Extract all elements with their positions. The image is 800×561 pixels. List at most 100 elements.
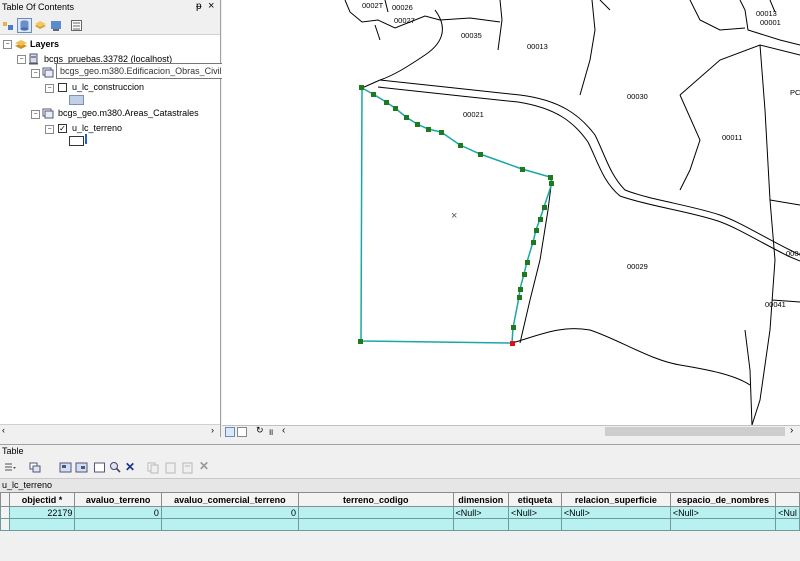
collapse-group1-toggle[interactable]: −: [31, 69, 40, 78]
attribute-table: objectid * avaluo_terreno avaluo_comerci…: [0, 492, 800, 531]
table-options-icon[interactable]: [2, 460, 17, 475]
layer1-label[interactable]: u_lc_construccion: [72, 82, 144, 92]
toc-horizontal-scrollbar[interactable]: ‹ ›: [0, 424, 220, 437]
column-header[interactable]: espacio_de_nombres: [669, 492, 777, 507]
layer2-symbol-swatch[interactable]: [69, 136, 84, 146]
column-header[interactable]: etiqueta: [508, 492, 562, 507]
column-header[interactable]: avaluo_terreno: [74, 492, 162, 507]
scroll-right-arrow-icon[interactable]: ›: [211, 425, 214, 435]
list-by-drawing-order-icon[interactable]: [1, 18, 16, 33]
field-calculator-icon: [180, 460, 195, 475]
switch-selection-icon[interactable]: [74, 460, 89, 475]
layer2-visibility-checkbox[interactable]: ✓: [58, 124, 67, 133]
column-header[interactable]: avaluo_comercial_terreno: [160, 492, 300, 507]
cell-empty[interactable]: [298, 518, 454, 531]
layer1-visibility-checkbox[interactable]: [58, 83, 67, 92]
last-vertex[interactable]: [510, 341, 515, 346]
cell-empty[interactable]: [775, 518, 800, 531]
group-layer-icon: [42, 67, 54, 78]
parcel-label: 00026: [392, 3, 413, 12]
parcel-label: 00011: [722, 133, 742, 142]
map-canvas[interactable]: 0002T 00026 00027 00035 00013 00013 0000…: [222, 0, 800, 425]
collapse-layer1-toggle[interactable]: −: [45, 84, 54, 93]
scroll-right-arrow-icon[interactable]: ›: [790, 425, 793, 436]
cell-empty[interactable]: [560, 518, 671, 531]
delete-icon-disabled: ✕: [199, 459, 210, 473]
delete-selected-icon[interactable]: ✕: [124, 459, 139, 474]
row-selector[interactable]: [0, 518, 10, 531]
cell-empty[interactable]: [74, 518, 162, 531]
column-header[interactable]: objectid *: [8, 492, 76, 507]
collapse-layers-toggle[interactable]: −: [3, 40, 12, 49]
parcel-label: 00013: [527, 42, 548, 51]
center-mark: ×: [451, 210, 457, 222]
data-view-icon[interactable]: [225, 427, 235, 437]
cell-empty[interactable]: [8, 518, 76, 531]
related-tables-icon[interactable]: [28, 460, 43, 475]
toc-title-bar: Table Of Contents ᵽ ×: [0, 0, 220, 17]
collapse-layer2-toggle[interactable]: −: [45, 125, 54, 134]
map-scroll-thumb[interactable]: [605, 427, 785, 436]
table-title-bar: Table: [0, 444, 800, 458]
cell-avaluo-comercial-terreno[interactable]: 0: [160, 506, 300, 519]
table-header-row: objectid * avaluo_terreno avaluo_comerci…: [0, 492, 800, 507]
column-header[interactable]: terreno_codigo: [298, 492, 454, 507]
table-toolbar: ✕ ✕: [0, 457, 800, 477]
clear-selection-icon[interactable]: [92, 460, 107, 475]
select-by-attributes-icon[interactable]: [58, 460, 73, 475]
pause-drawing-icon[interactable]: ॥: [268, 425, 273, 438]
parcel-label: 0004: [786, 249, 800, 258]
column-header[interactable]: relacion_superficie: [560, 492, 671, 507]
table-title: Table: [2, 446, 24, 456]
map-status-bar: ↻ ॥ ‹ ›: [222, 425, 800, 438]
cell-overflow[interactable]: <Nul: [775, 506, 800, 519]
column-header[interactable]: dimension: [452, 492, 510, 507]
collapse-group2-toggle[interactable]: −: [31, 110, 40, 119]
list-by-source-icon[interactable]: [17, 18, 32, 33]
scroll-left-arrow-icon[interactable]: ‹: [282, 425, 285, 436]
row-selector-header[interactable]: [0, 492, 10, 507]
parcel-label: 00013: [756, 9, 777, 18]
layer-tooltip: bcgs_geo.m380.Edificacion_Obras_Civiles: [56, 63, 231, 79]
cell-dimension[interactable]: <Null>: [452, 506, 510, 519]
layer2-label[interactable]: u_lc_terreno: [72, 123, 122, 133]
text-cursor: [85, 134, 87, 144]
cell-empty[interactable]: [452, 518, 510, 531]
pin-icon[interactable]: ᵽ: [196, 1, 202, 12]
cell-empty[interactable]: [508, 518, 562, 531]
cell-etiqueta[interactable]: <Null>: [508, 506, 562, 519]
refresh-icon[interactable]: ↻: [256, 425, 264, 436]
map-svg[interactable]: 0002T 00026 00027 00035 00013 00013 0000…: [222, 0, 800, 425]
layout-view-icon[interactable]: [237, 427, 247, 437]
column-header-overflow[interactable]: [775, 492, 800, 507]
cell-empty[interactable]: [669, 518, 777, 531]
parcel-label: 0002T: [362, 1, 384, 10]
list-by-visibility-icon[interactable]: [33, 18, 48, 33]
layers-root-label[interactable]: Layers: [30, 39, 59, 49]
row-selector[interactable]: [0, 506, 10, 519]
list-by-selection-icon[interactable]: [49, 18, 64, 33]
database-icon: [29, 53, 38, 65]
close-icon[interactable]: ×: [208, 0, 214, 12]
table-row[interactable]: 22179 0 0 <Null> <Null> <Null> <Null> <N…: [0, 506, 800, 519]
cell-espacio-de-nombres[interactable]: <Null>: [669, 506, 777, 519]
cell-objectid[interactable]: 22179: [8, 506, 76, 519]
group2-label[interactable]: bcgs_geo.m380.Areas_Catastrales: [58, 108, 199, 118]
toc-title: Table Of Contents: [2, 2, 75, 12]
cell-avaluo-terreno[interactable]: 0: [74, 506, 162, 519]
layer1-symbol-swatch[interactable]: [69, 95, 84, 105]
table-row-new[interactable]: [0, 518, 800, 531]
collapse-database-toggle[interactable]: −: [17, 55, 26, 64]
parcel-label: 00030: [627, 92, 648, 101]
zoom-to-selected-icon[interactable]: [108, 460, 123, 475]
parcel-label: 00021: [463, 110, 484, 119]
cell-terreno-codigo[interactable]: [298, 506, 454, 519]
copy-selected-icon: [146, 460, 161, 475]
paste-icon: [163, 460, 178, 475]
options-icon[interactable]: [69, 18, 84, 33]
scroll-left-arrow-icon[interactable]: ‹: [2, 425, 5, 435]
table-tab-strip: u_lc_terreno: [0, 478, 800, 493]
cell-empty[interactable]: [160, 518, 300, 531]
cell-relacion-superficie[interactable]: <Null>: [560, 506, 671, 519]
table-tab-label[interactable]: u_lc_terreno: [2, 480, 52, 490]
